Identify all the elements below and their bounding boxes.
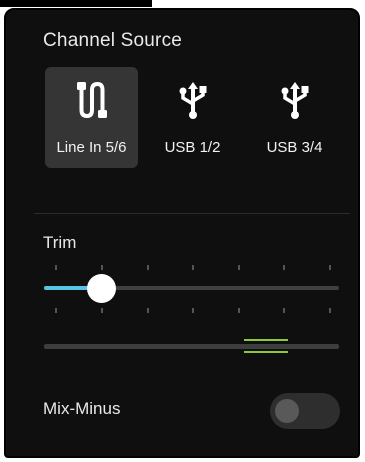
usb-icon <box>248 80 341 120</box>
cable-icon <box>45 80 138 120</box>
trim-tick <box>329 265 331 270</box>
trim-tick <box>238 308 240 313</box>
trim-tick <box>238 265 240 270</box>
toggle-knob <box>275 399 299 423</box>
trim-title: Trim <box>43 233 77 252</box>
trim-tick <box>192 308 194 313</box>
source-option-label: USB 1/2 <box>164 139 221 156</box>
trim-tick <box>147 265 149 270</box>
source-option-usb-1-2[interactable]: USB 1/2 <box>146 67 239 168</box>
channel-settings-panel: Channel Source Line In 5/6 USB 1/2 USB 3… <box>4 8 360 458</box>
trim-tick <box>101 308 103 313</box>
trim-tick <box>55 265 57 270</box>
mix-minus-toggle[interactable] <box>270 393 340 429</box>
window-top-bar <box>0 0 152 7</box>
source-option-label: Line In 5/6 <box>56 139 127 156</box>
trim-tick <box>283 265 285 270</box>
source-option-line-in-5-6[interactable]: Line In 5/6 <box>45 67 138 168</box>
usb-icon <box>146 80 239 120</box>
trim-tick <box>147 308 149 313</box>
level-meter-marker-lower <box>244 351 288 353</box>
level-meter-marker-upper <box>244 339 288 341</box>
trim-tick <box>283 308 285 313</box>
source-option-label: USB 3/4 <box>266 139 323 156</box>
trim-tick <box>192 265 194 270</box>
mix-minus-label: Mix-Minus <box>43 399 121 418</box>
section-divider <box>34 213 350 214</box>
source-option-usb-3-4[interactable]: USB 3/4 <box>248 67 341 168</box>
level-meter <box>44 344 339 349</box>
trim-slider-thumb[interactable] <box>87 274 116 303</box>
trim-tick <box>101 265 103 270</box>
trim-tick <box>329 308 331 313</box>
trim-tick <box>55 308 57 313</box>
channel-source-title: Channel Source <box>43 30 183 51</box>
